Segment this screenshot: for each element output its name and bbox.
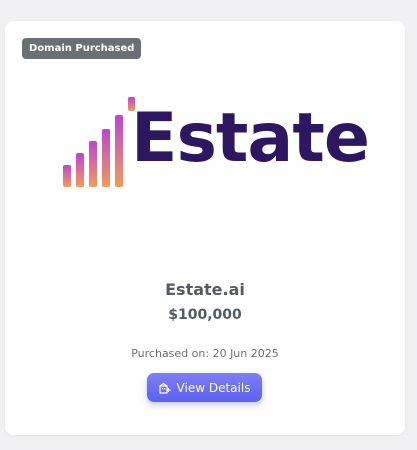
bars-logo-icon	[63, 97, 135, 187]
status-badge: Domain Purchased	[22, 38, 142, 59]
view-details-label: View Details	[176, 380, 251, 395]
building-icon	[158, 382, 171, 394]
domain-name: Estate.ai	[165, 280, 245, 299]
domain-price: $100,000	[168, 307, 242, 323]
domain-card: Domain Purchased Estate Estate.ai $100,0…	[5, 21, 405, 435]
purchase-date: Purchased on: 20 Jun 2025	[131, 347, 279, 360]
estate-logo: Estate	[57, 93, 370, 193]
view-details-button[interactable]: View Details	[147, 373, 262, 402]
logo-wordmark: Estate	[131, 99, 370, 178]
